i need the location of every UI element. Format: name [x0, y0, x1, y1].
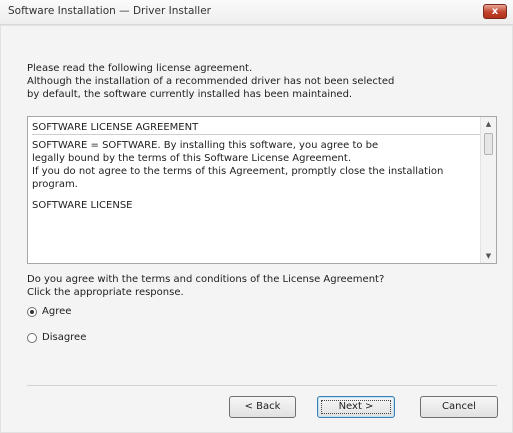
- close-icon: x: [491, 6, 499, 17]
- close-button[interactable]: x: [483, 4, 507, 19]
- window-title: Software Installation — Driver Installer: [8, 5, 211, 17]
- license-line: SOFTWARE LICENSE: [32, 200, 133, 211]
- agree-label[interactable]: Agree: [42, 306, 71, 317]
- scroll-down-icon[interactable]: ▼: [481, 249, 496, 263]
- question-line: Do you agree with the terms and conditio…: [27, 274, 385, 285]
- license-line: legally bound by the terms of this Softw…: [32, 153, 351, 164]
- license-line: If you do not agree to the terms of this…: [32, 166, 444, 177]
- next-button[interactable]: Next >: [317, 396, 395, 418]
- license-line: program.: [32, 179, 78, 190]
- instructions: Please read the following license agreem…: [27, 62, 394, 101]
- disagree-label[interactable]: Disagree: [42, 332, 86, 343]
- license-heading: SOFTWARE LICENSE AGREEMENT: [32, 122, 199, 133]
- disagree-radio[interactable]: [27, 332, 37, 343]
- question-hint: Click the appropriate response.: [27, 287, 184, 298]
- button-separator: [27, 385, 497, 386]
- scroll-thumb[interactable]: [484, 133, 493, 155]
- instruction-line: Although the installation of a recommend…: [27, 76, 395, 87]
- license-spacer: [32, 191, 482, 199]
- instruction-line: Please read the following license agreem…: [27, 63, 253, 74]
- title-bar: Software Installation — Driver Installer…: [0, 0, 513, 25]
- instruction-line: by default, the software currently insta…: [27, 89, 353, 100]
- license-textbox[interactable]: SOFTWARE LICENSE AGREEMENT SOFTWARE = SO…: [27, 116, 497, 264]
- agreement-question: Do you agree with the terms and conditio…: [27, 273, 384, 299]
- disagree-option[interactable]: Disagree: [27, 332, 86, 343]
- license-line: SOFTWARE = SOFTWARE. By installing this …: [32, 140, 379, 151]
- cancel-button[interactable]: Cancel: [420, 396, 498, 418]
- license-content: SOFTWARE LICENSE AGREEMENT SOFTWARE = SO…: [32, 121, 482, 212]
- agree-option[interactable]: Agree: [27, 306, 71, 317]
- agree-radio[interactable]: [27, 306, 37, 317]
- focus-ring: [321, 400, 391, 414]
- license-scrollbar[interactable]: ▲ ▼: [480, 117, 496, 263]
- back-button[interactable]: < Back: [229, 396, 296, 418]
- license-divider: [32, 134, 482, 135]
- scroll-up-icon[interactable]: ▲: [481, 117, 496, 131]
